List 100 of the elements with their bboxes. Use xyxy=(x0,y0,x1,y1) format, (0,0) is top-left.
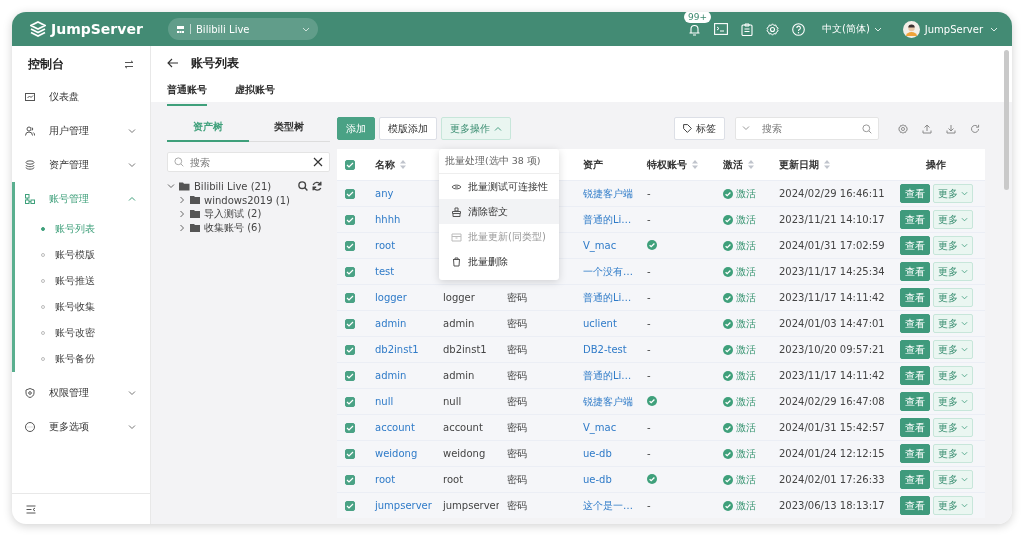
view-button[interactable]: 查看 xyxy=(899,418,930,437)
more-button[interactable]: 更多 xyxy=(932,288,973,307)
tree-node[interactable]: 收集账号 (6) xyxy=(204,221,262,235)
scrollbar[interactable] xyxy=(1004,50,1009,190)
upload-icon[interactable] xyxy=(922,123,932,134)
caret-icon[interactable] xyxy=(178,196,186,204)
search-field[interactable]: 搜索 xyxy=(735,117,879,140)
tree-node[interactable]: Bilibili Live (21) xyxy=(194,180,272,192)
caret-icon[interactable] xyxy=(178,210,186,218)
avatar[interactable] xyxy=(902,20,920,38)
account-name-link[interactable]: null xyxy=(375,396,394,407)
row-checkbox[interactable] xyxy=(345,189,355,199)
more-button[interactable]: 更多 xyxy=(932,392,973,411)
sidebar-subitem[interactable]: 账号改密 xyxy=(15,320,150,346)
bell-icon[interactable] xyxy=(688,22,701,36)
help-icon[interactable] xyxy=(792,22,805,36)
view-button[interactable]: 查看 xyxy=(899,340,930,359)
sidebar-subitem[interactable]: 账号备份 xyxy=(15,346,150,372)
menu-item[interactable]: 批量删除 xyxy=(439,249,559,274)
sidebar-item[interactable]: 用户管理 xyxy=(15,114,150,148)
account-name-link[interactable]: admin xyxy=(375,318,407,329)
row-checkbox[interactable] xyxy=(345,215,355,225)
sidebar-subitem[interactable]: 账号列表 xyxy=(15,216,150,242)
back-arrow-icon[interactable] xyxy=(167,58,179,68)
tree-tab[interactable]: 类型树 xyxy=(248,120,330,142)
select-all-checkbox[interactable] xyxy=(345,160,355,170)
view-button[interactable]: 查看 xyxy=(899,262,930,281)
sort-icon[interactable] xyxy=(400,160,406,169)
sidebar-item[interactable]: 资产管理 xyxy=(15,148,150,182)
view-button[interactable]: 查看 xyxy=(899,392,930,411)
row-checkbox[interactable] xyxy=(345,423,355,433)
sidebar-subitem[interactable]: 账号收集 xyxy=(15,294,150,320)
row-checkbox[interactable] xyxy=(345,319,355,329)
search-icon[interactable] xyxy=(298,181,308,191)
more-button[interactable]: 更多 xyxy=(932,262,973,281)
sidebar-subitem[interactable]: 账号模版 xyxy=(15,242,150,268)
language-selector[interactable]: 中文(简体) xyxy=(822,22,870,36)
account-name-link[interactable]: test xyxy=(375,266,395,277)
organization-selector[interactable]: Bilibili Live xyxy=(168,18,318,40)
row-checkbox[interactable] xyxy=(345,501,355,511)
clear-icon[interactable] xyxy=(313,157,323,167)
refresh-icon[interactable] xyxy=(312,181,322,191)
view-button[interactable]: 查看 xyxy=(899,314,930,333)
account-name-link[interactable]: root xyxy=(375,474,396,485)
toolbar-button[interactable]: 添加 xyxy=(337,117,375,140)
sidebar-item[interactable]: 仪表盘 xyxy=(15,80,150,114)
tree-node[interactable]: 导入测试 (2) xyxy=(204,207,262,221)
menu-item[interactable]: 清除密文 xyxy=(439,199,559,224)
sort-icon[interactable] xyxy=(824,160,830,169)
chevron-down-icon[interactable] xyxy=(742,123,750,132)
user-menu[interactable]: JumpServer xyxy=(924,23,983,35)
view-button[interactable]: 查看 xyxy=(899,444,930,463)
sidebar-subitem[interactable]: 账号推送 xyxy=(15,268,150,294)
row-checkbox[interactable] xyxy=(345,449,355,459)
tree-node[interactable]: windows2019 (1) xyxy=(204,194,290,206)
sort-icon[interactable] xyxy=(748,160,754,169)
account-name-link[interactable]: any xyxy=(375,188,394,199)
more-button[interactable]: 更多 xyxy=(932,444,973,463)
asset-link[interactable]: ue-db xyxy=(583,448,612,459)
account-name-link[interactable]: hhhh xyxy=(375,214,401,225)
more-button[interactable]: 更多 xyxy=(932,418,973,437)
more-button[interactable]: 更多 xyxy=(932,496,973,515)
settings-icon[interactable] xyxy=(898,123,908,134)
view-button[interactable]: 查看 xyxy=(899,496,930,515)
account-name-link[interactable]: logger xyxy=(375,292,407,303)
more-button[interactable]: 更多 xyxy=(932,470,973,489)
row-checkbox[interactable] xyxy=(345,241,355,251)
terminal-icon[interactable] xyxy=(714,23,728,35)
row-checkbox[interactable] xyxy=(345,397,355,407)
view-button[interactable]: 查看 xyxy=(899,470,930,489)
switch-icon[interactable] xyxy=(124,59,134,69)
row-checkbox[interactable] xyxy=(345,293,355,303)
tree-search-field[interactable]: 搜索 xyxy=(167,152,330,172)
tag-button[interactable]: 标签 xyxy=(674,117,725,140)
view-button[interactable]: 查看 xyxy=(899,366,930,385)
caret-icon[interactable] xyxy=(178,224,186,232)
sidebar-item[interactable]: 权限管理 xyxy=(15,376,150,410)
account-name-link[interactable]: admin xyxy=(375,370,407,381)
view-button[interactable]: 查看 xyxy=(899,236,930,255)
row-checkbox[interactable] xyxy=(345,267,355,277)
view-button[interactable]: 查看 xyxy=(899,184,930,203)
asset-link[interactable]: ue-db xyxy=(583,474,612,485)
menu-item[interactable]: 批量测试可连接性 xyxy=(439,174,559,199)
account-name-link[interactable]: root xyxy=(375,240,396,251)
more-button[interactable]: 更多 xyxy=(932,366,973,385)
more-button[interactable]: 更多 xyxy=(932,210,973,229)
tab[interactable]: 普通账号 xyxy=(167,80,207,106)
collapse-icon[interactable] xyxy=(26,504,36,514)
view-button[interactable]: 查看 xyxy=(899,210,930,229)
row-checkbox[interactable] xyxy=(345,371,355,381)
sort-icon[interactable] xyxy=(692,160,698,169)
row-checkbox[interactable] xyxy=(345,345,355,355)
clipboard-icon[interactable] xyxy=(741,22,753,36)
sidebar-item[interactable]: 账号管理 xyxy=(15,182,150,216)
toolbar-button[interactable]: 模版添加 xyxy=(379,117,437,140)
toolbar-button[interactable]: 更多操作 xyxy=(441,117,511,140)
more-button[interactable]: 更多 xyxy=(932,314,973,333)
caret-icon[interactable] xyxy=(167,182,175,190)
tree-tab[interactable]: 资产树 xyxy=(167,120,249,142)
view-button[interactable]: 查看 xyxy=(899,288,930,307)
